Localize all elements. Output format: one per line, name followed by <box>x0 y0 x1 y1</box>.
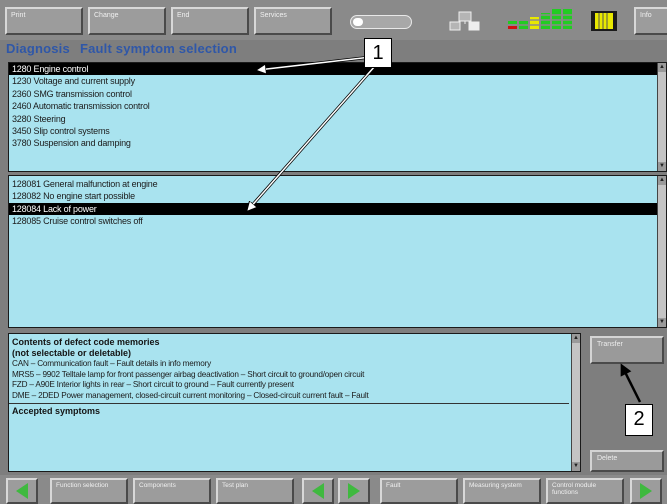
connection-icon <box>449 11 480 31</box>
nav-left-arrow-icon <box>312 483 324 499</box>
services-button[interactable]: Services <box>254 7 332 35</box>
memory-entry: CAN – Communication fault – Fault detail… <box>12 359 212 368</box>
change-button[interactable]: Change <box>88 7 166 35</box>
test-plan-button[interactable]: Test plan <box>216 478 294 504</box>
top-toolbar: Print Change End Services Info <box>0 0 667 40</box>
nav-right-arrow-icon <box>640 483 652 499</box>
scroll-up-icon[interactable]: ▲ <box>658 63 666 72</box>
scroll-up-icon[interactable]: ▲ <box>658 176 666 185</box>
nav-back-button[interactable] <box>6 478 38 504</box>
symptom-list-item[interactable]: 128082 No engine start possible <box>9 190 666 202</box>
memory-divider <box>9 403 569 405</box>
system-list-item[interactable]: 2460 Automatic transmission control <box>9 100 666 112</box>
components-button[interactable]: Components <box>133 478 211 504</box>
scroll-down-icon[interactable]: ▼ <box>658 318 666 327</box>
system-list-item[interactable]: 1230 Voltage and current supply <box>9 75 666 87</box>
symptom-list-item[interactable]: 128084 Lack of power <box>9 202 666 216</box>
change-button-label: Change <box>94 12 119 19</box>
diagnosis-screen: Print Change End Services Info Diagnosis… <box>0 0 667 504</box>
transfer-button[interactable]: Transfer <box>590 336 664 364</box>
delete-button-label: Delete <box>597 455 618 462</box>
battery-icon <box>350 15 412 29</box>
callout-label-2: 2 <box>625 404 653 436</box>
nav-next-button[interactable] <box>338 478 370 504</box>
page-title-part2: Fault symptom selection <box>79 41 237 56</box>
nav-prev-button[interactable] <box>302 478 334 504</box>
symptom-list-item[interactable]: 128085 Cruise control switches off <box>9 215 666 227</box>
nav-right-arrow-icon <box>348 483 360 499</box>
nav-forward-button[interactable] <box>630 478 662 504</box>
services-button-label: Services <box>260 12 287 19</box>
memory-header: Contents of defect code memories <box>12 337 160 347</box>
end-button-label: End <box>177 12 190 19</box>
memory-entry: MRS5 – 9902 Telltale lamp for front pass… <box>12 369 365 379</box>
memory-entry: FZD – A90E Interior lights in rear – Sho… <box>12 380 294 390</box>
scroll-down-icon[interactable]: ▼ <box>658 162 666 171</box>
fault-button[interactable]: Fault <box>380 478 458 504</box>
symptom-list-item[interactable]: 128081 General malfunction at engine <box>9 178 666 190</box>
nav-left-arrow-icon <box>16 483 28 499</box>
folder-icon <box>591 11 617 31</box>
control-module-functions-button[interactable]: Control module functions <box>546 478 624 504</box>
symptom-list-scrollbar[interactable]: ▲ ▼ <box>657 176 666 327</box>
battery-fill <box>353 18 363 26</box>
system-list-panel: 1280 Engine control 1230 Voltage and cur… <box>8 62 667 172</box>
system-list-scrollbar[interactable]: ▲ ▼ <box>657 63 666 171</box>
bottom-toolbar: Function selection Components Test plan … <box>0 475 667 504</box>
measuring-system-button[interactable]: Measuring system <box>463 478 541 504</box>
memory-scrollbar[interactable]: ▲ ▼ <box>571 334 580 471</box>
print-button[interactable]: Print <box>5 7 83 35</box>
delete-button[interactable]: Delete <box>590 450 664 472</box>
system-list-item[interactable]: 3780 Suspension and damping <box>9 137 666 149</box>
page-title-part1: Diagnosis <box>6 41 70 56</box>
system-list-item[interactable]: 2360 SMG transmission control <box>9 88 666 100</box>
memory-entry: DME – 2DED Power management, closed-circ… <box>12 390 369 400</box>
end-button[interactable]: End <box>171 7 249 35</box>
scroll-down-icon[interactable]: ▼ <box>572 462 580 471</box>
info-button-label: Info <box>640 12 652 19</box>
accepted-symptoms-header: Accepted symptoms <box>12 406 101 417</box>
transfer-button-label: Transfer <box>597 341 623 348</box>
memory-subheader: (not selectable or deletable) <box>12 348 132 358</box>
system-list-item[interactable]: 1280 Engine control <box>9 63 666 76</box>
defect-memory-panel: Contents of defect code memories (not se… <box>8 333 581 472</box>
system-list-item[interactable]: 3450 Slip control systems <box>9 125 666 137</box>
symptom-list-panel: 128081 General malfunction at engine 128… <box>8 175 667 328</box>
callout-arrow-2 <box>620 363 642 403</box>
function-selection-button[interactable]: Function selection <box>50 478 128 504</box>
status-leds-icon <box>505 9 577 33</box>
callout-label-1: 1 <box>364 38 392 68</box>
page-title: Diagnosis Fault symptom selection <box>6 41 247 57</box>
scroll-up-icon[interactable]: ▲ <box>572 334 580 343</box>
print-button-label: Print <box>11 12 26 19</box>
info-button[interactable]: Info <box>634 7 667 35</box>
system-list-item[interactable]: 3280 Steering <box>9 113 666 125</box>
